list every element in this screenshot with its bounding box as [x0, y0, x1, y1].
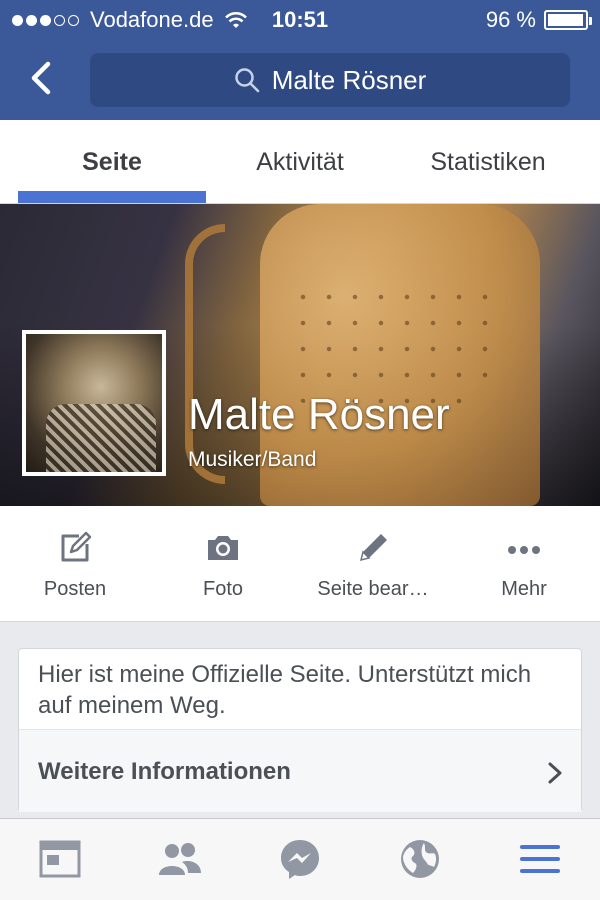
- page-actions: Posten Foto Seite bear… Mehr: [0, 506, 600, 622]
- battery-percentage: 96 %: [485, 7, 536, 32]
- navigation-bar: Malte Rösner: [0, 50, 600, 110]
- more-info-row[interactable]: Weitere Informationen: [19, 730, 581, 812]
- tab-statistiken[interactable]: Statistiken: [394, 120, 582, 204]
- post-button[interactable]: Posten: [0, 506, 150, 622]
- search-icon: [234, 68, 259, 93]
- status-right: 96 %: [485, 7, 592, 33]
- battery-icon: [544, 10, 592, 30]
- bottom-tab-bar: [0, 818, 600, 900]
- page-category: Musiker/Band: [188, 448, 317, 471]
- more-button[interactable]: Mehr: [449, 506, 599, 622]
- status-bar: Vodafone.de 10:51 96 %: [0, 0, 600, 40]
- camera-icon: [208, 536, 238, 560]
- friend-requests-icon[interactable]: [158, 837, 202, 881]
- edit-page-button[interactable]: Seite bear…: [298, 506, 448, 622]
- active-tab-indicator: [18, 191, 206, 203]
- more-label: Mehr: [501, 578, 547, 600]
- pencil-icon: [359, 534, 387, 562]
- profile-picture[interactable]: [22, 330, 166, 476]
- compose-icon: [61, 531, 92, 562]
- more-info-label: Weitere Informationen: [38, 758, 291, 785]
- chevron-right-icon: [548, 762, 562, 784]
- search-text: Malte Rösner: [271, 64, 427, 95]
- about-card: Hier ist meine Offizielle Seite. Unterst…: [18, 648, 582, 812]
- news-feed-icon[interactable]: [38, 837, 82, 881]
- menu-icon[interactable]: [518, 837, 562, 881]
- about-text: Hier ist meine Offizielle Seite. Unterst…: [38, 661, 532, 719]
- search-input[interactable]: Malte Rösner: [90, 53, 570, 107]
- tab-aktivitaet[interactable]: Aktivität: [206, 120, 394, 204]
- messenger-icon[interactable]: [278, 837, 322, 881]
- notifications-globe-icon[interactable]: [398, 837, 442, 881]
- top-bar: Vodafone.de 10:51 96 % Malte Rösner: [0, 0, 600, 120]
- page-title: Malte Rösner: [188, 390, 450, 439]
- edit-page-label: Seite bear…: [317, 578, 429, 600]
- cover-photo[interactable]: Malte Rösner Musiker/Band: [0, 204, 600, 506]
- cover-bag-strap: [185, 224, 225, 484]
- post-label: Posten: [43, 578, 107, 600]
- more-icon: [508, 546, 540, 554]
- photo-button[interactable]: Foto: [148, 506, 298, 622]
- back-arrow-icon[interactable]: [20, 56, 64, 100]
- photo-label: Foto: [202, 578, 244, 600]
